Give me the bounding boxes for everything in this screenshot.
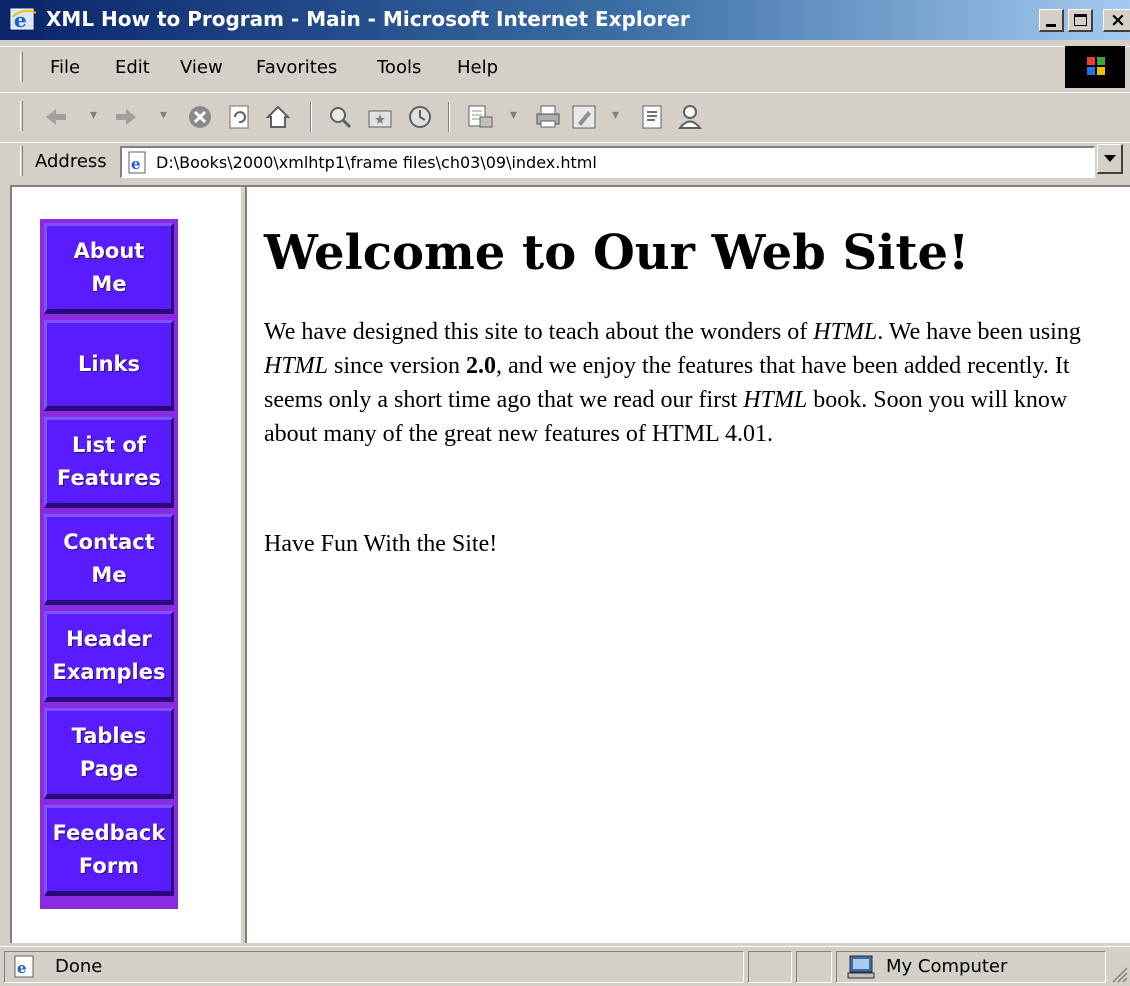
intro-text: . We have been using [877, 319, 1081, 345]
menu-view[interactable]: View [180, 57, 223, 78]
nav-header-examples-button[interactable]: Header Examples [44, 611, 174, 702]
menu-bar: File Edit View Favorites Tools Help [0, 46, 1130, 88]
menu-grip[interactable] [20, 52, 23, 82]
menu-favorites[interactable]: Favorites [256, 57, 337, 78]
frame-splitter[interactable] [240, 187, 247, 943]
maximize-icon [1074, 14, 1087, 26]
svg-text:e: e [17, 959, 27, 977]
nav-links-button[interactable]: Links [44, 320, 174, 411]
my-computer-icon [847, 955, 875, 979]
messenger-icon[interactable] [676, 103, 704, 131]
standard-toolbar: ▾ ▾ ▾ ▾ [0, 92, 1130, 140]
mail-dropdown-icon[interactable]: ▾ [510, 107, 517, 123]
status-security-cell [796, 951, 832, 983]
address-bar: Address e D:\Books\2000\xmlhtp1\frame fi… [0, 142, 1130, 180]
favorites-icon[interactable] [366, 103, 394, 131]
svg-text:e: e [131, 155, 141, 173]
html-term: HTML [813, 319, 878, 345]
print-icon[interactable] [534, 103, 562, 131]
nav-button-label: Links [78, 352, 140, 376]
nav-button-label: Contact Me [63, 529, 155, 587]
nav-feedback-form-button[interactable]: Feedback Form [44, 805, 174, 896]
toolbar-grip[interactable] [20, 101, 23, 131]
page-icon: e [128, 151, 146, 174]
ie-logo-icon: e [10, 8, 37, 32]
edit-icon[interactable] [570, 103, 598, 131]
main-frame: Welcome to Our Web Site! We have designe… [248, 187, 1130, 943]
closing-line: Have Fun With the Site! [264, 531, 498, 557]
stop-icon[interactable] [186, 103, 214, 131]
nav-button-column: About Me Links List of Features Contact … [40, 219, 178, 909]
search-icon[interactable] [326, 103, 354, 131]
close-button[interactable]: × [1103, 9, 1130, 32]
page-heading: Welcome to Our Web Site! [264, 225, 970, 281]
menu-file[interactable]: File [50, 57, 80, 78]
address-dropdown-button[interactable] [1097, 144, 1123, 174]
back-icon[interactable] [42, 103, 70, 131]
page-done-icon: e [14, 955, 34, 978]
status-zone: My Computer [886, 956, 1008, 977]
address-grip[interactable] [20, 146, 23, 176]
intro-paragraph: We have designed this site to teach abou… [264, 315, 1084, 451]
nav-button-label: About Me [73, 238, 145, 296]
nav-button-label: List of Features [57, 432, 161, 490]
nav-contact-me-button[interactable]: Contact Me [44, 514, 174, 605]
toolbar-separator [310, 102, 312, 132]
forward-icon[interactable] [112, 103, 140, 131]
discuss-icon[interactable] [638, 103, 666, 131]
maximize-button[interactable] [1068, 9, 1093, 32]
menu-edit[interactable]: Edit [115, 57, 150, 78]
windows-logo [1065, 46, 1125, 88]
browser-window: e XML How to Program - Main - Microsoft … [0, 0, 1130, 986]
version-number: 2.0 [466, 353, 496, 379]
address-input[interactable]: e D:\Books\2000\xmlhtp1\frame files\ch03… [120, 146, 1095, 178]
intro-text: We have designed this site to teach abou… [264, 319, 814, 345]
nav-button-label: Tables Page [71, 723, 147, 781]
edit-dropdown-icon[interactable]: ▾ [612, 107, 619, 123]
nav-button-label: Header Examples [52, 626, 166, 684]
home-icon[interactable] [264, 103, 292, 131]
nav-about-me-button[interactable]: About Me [44, 223, 174, 314]
intro-text: since version [328, 353, 466, 379]
minimize-button[interactable] [1039, 9, 1064, 32]
forward-dropdown-icon[interactable]: ▾ [160, 107, 167, 123]
html-term: HTML [743, 387, 808, 413]
menu-tools[interactable]: Tools [377, 57, 421, 78]
nav-list-of-features-button[interactable]: List of Features [44, 417, 174, 508]
status-main-cell [4, 951, 744, 983]
title-bar[interactable]: e XML How to Program - Main - Microsoft … [0, 0, 1130, 40]
nav-tables-page-button[interactable]: Tables Page [44, 708, 174, 799]
address-url: D:\Books\2000\xmlhtp1\frame files\ch03\0… [156, 153, 597, 172]
chevron-down-icon [1104, 155, 1116, 162]
html-term: HTML [264, 353, 329, 379]
menu-help[interactable]: Help [457, 57, 498, 78]
toolbar-separator [448, 102, 450, 132]
history-icon[interactable] [406, 103, 434, 131]
resize-grip-icon[interactable] [1110, 965, 1128, 983]
status-bar: e Done My Computer [0, 946, 1130, 986]
refresh-icon[interactable] [226, 103, 254, 131]
minimize-icon [1046, 24, 1056, 27]
window-title: XML How to Program - Main - Microsoft In… [46, 7, 690, 31]
nav-button-label: Feedback Form [52, 820, 166, 878]
status-text: Done [55, 956, 103, 977]
page-content: About Me Links List of Features Contact … [10, 185, 1130, 943]
windows-flag-icon [1087, 57, 1105, 75]
address-label: Address [35, 151, 107, 172]
back-dropdown-icon[interactable]: ▾ [90, 107, 97, 123]
nav-frame: About Me Links List of Features Contact … [12, 187, 240, 943]
close-icon: × [1110, 9, 1126, 31]
status-progress-cell [748, 951, 792, 983]
mail-icon[interactable] [466, 103, 494, 131]
